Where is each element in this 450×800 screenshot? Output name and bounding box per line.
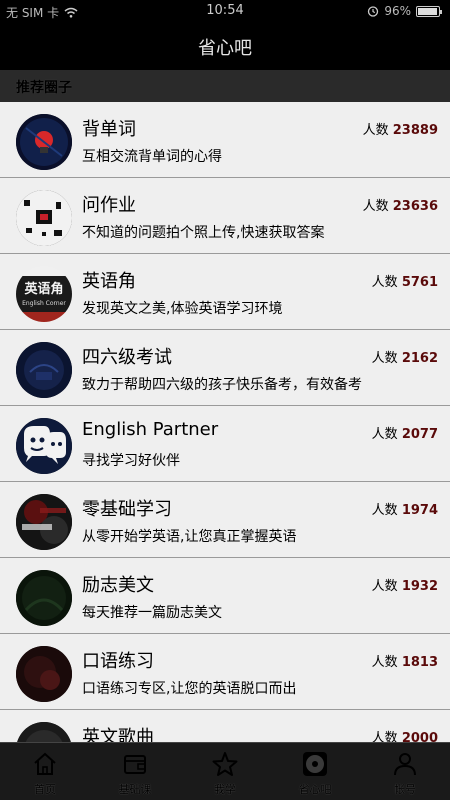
member-count: 人数 23636 [363, 195, 438, 214]
group-row-beginner[interactable]: 零基础学习 从零开始学英语,让您真正掌握英语 人数 1974 [0, 482, 450, 558]
alarm-icon [368, 6, 379, 17]
count-value: 23889 [392, 123, 438, 138]
tab-bar: 首页 基础课 我学 省心吧 帐号 [0, 742, 450, 800]
member-count: 人数 2000 [372, 727, 438, 742]
count-label: 人数 [371, 351, 398, 366]
tab-label: 基础课 [118, 783, 152, 796]
disc-icon [303, 752, 327, 776]
count-value: 1974 [401, 503, 438, 518]
navigation-bar: 省心吧 [0, 22, 450, 70]
member-count: 人数 1813 [372, 651, 438, 670]
group-row-homework[interactable]: 问作业 不知道的问题拍个照上传,快速获取答案 人数 23636 [0, 178, 450, 254]
count-value: 23636 [392, 199, 438, 214]
count-label: 人数 [362, 199, 389, 214]
vocab-avatar [16, 114, 72, 170]
member-count: 人数 5761 [372, 271, 438, 290]
member-count: 人数 1974 [372, 499, 438, 518]
tab-label: 帐号 [394, 783, 416, 796]
group-row-songs[interactable]: 英文歌曲 人数 2000 [0, 710, 450, 742]
count-label: 人数 [371, 503, 398, 518]
group-name: 英文歌曲 [82, 727, 154, 742]
tab-label: 省心吧 [298, 783, 332, 796]
count-label: 人数 [371, 275, 398, 290]
tab-home[interactable]: 首页 [0, 743, 90, 800]
english-corner-avatar: 英语角 English Corner [16, 266, 72, 322]
group-row-english-partner[interactable]: English Partner 寻找学习好伙伴 人数 2077 [0, 406, 450, 482]
english-corner-logo-text: 英语角 [23, 281, 63, 297]
battery-icon [416, 5, 442, 17]
beginner-avatar [16, 494, 72, 550]
group-desc: 互相交流背单词的心得 [82, 149, 222, 165]
section-title: 推荐圈子 [16, 80, 72, 96]
star-icon [212, 752, 238, 776]
tab-my-study[interactable]: 我学 [180, 743, 270, 800]
group-name: 问作业 [82, 195, 136, 216]
member-count: 人数 1932 [372, 575, 438, 594]
group-row-cet[interactable]: 四六级考试 致力于帮助四六级的孩子快乐备考，有效备考 人数 2162 [0, 330, 450, 406]
english-partner-avatar [16, 418, 72, 474]
group-desc: 寻找学习好伙伴 [82, 453, 180, 469]
page-title: 省心吧 [198, 38, 252, 59]
tab-community[interactable]: 省心吧 [270, 743, 360, 800]
tab-account[interactable]: 帐号 [360, 743, 450, 800]
group-desc: 每天推荐一篇励志美文 [82, 605, 222, 621]
count-label: 人数 [371, 579, 398, 594]
section-header: 推荐圈子 [0, 70, 450, 102]
count-value: 2077 [401, 427, 438, 442]
group-name: 四六级考试 [82, 347, 172, 368]
count-label: 人数 [371, 655, 398, 670]
group-desc: 发现英文之美,体验英语学习环境 [82, 301, 283, 317]
tab-label: 首页 [34, 783, 56, 796]
speaking-avatar [16, 646, 72, 702]
group-name: English Partner [82, 419, 219, 440]
group-list[interactable]: 背单词 互相交流背单词的心得 人数 23889 问作业 不知道的问题拍个照上传,… [0, 102, 450, 742]
home-icon [34, 752, 56, 775]
group-desc: 不知道的问题拍个照上传,快速获取答案 [82, 225, 325, 241]
member-count: 人数 2077 [372, 423, 438, 442]
tab-basic-course[interactable]: 基础课 [90, 743, 180, 800]
group-desc: 从零开始学英语,让您真正掌握英语 [82, 529, 297, 545]
person-icon [394, 753, 416, 776]
count-value: 1932 [401, 579, 438, 594]
count-label: 人数 [371, 731, 398, 742]
cet-avatar [16, 342, 72, 398]
group-name: 口语练习 [82, 651, 154, 672]
status-right: 96% [367, 4, 442, 18]
wallet-icon [124, 755, 146, 774]
count-value: 1813 [401, 655, 438, 670]
count-label: 人数 [371, 427, 398, 442]
songs-avatar [16, 722, 72, 742]
count-label: 人数 [362, 123, 389, 138]
group-name: 励志美文 [82, 575, 154, 596]
group-name: 背单词 [82, 119, 136, 140]
battery-percent: 96% [384, 4, 411, 18]
group-row-vocab[interactable]: 背单词 互相交流背单词的心得 人数 23889 [0, 102, 450, 178]
count-value: 5761 [401, 275, 438, 290]
member-count: 人数 23889 [363, 119, 438, 138]
group-row-english-corner[interactable]: 英语角 English Corner 英语角 发现英文之美,体验英语学习环境 人… [0, 254, 450, 330]
group-desc: 致力于帮助四六级的孩子快乐备考，有效备考 [82, 377, 362, 393]
group-row-inspirational[interactable]: 励志美文 每天推荐一篇励志美文 人数 1932 [0, 558, 450, 634]
count-value: 2000 [401, 731, 438, 742]
group-name: 英语角 [82, 271, 136, 292]
status-bar: 无 SIM 卡 10:54 96% [0, 0, 450, 22]
group-desc: 口语练习专区,让您的英语脱口而出 [82, 681, 297, 697]
tab-label: 我学 [214, 783, 236, 796]
group-name: 零基础学习 [82, 499, 172, 520]
inspirational-avatar [16, 570, 72, 626]
member-count: 人数 2162 [372, 347, 438, 366]
homework-avatar [16, 190, 72, 246]
english-corner-logo-sub: English Corner [22, 300, 66, 307]
group-row-speaking[interactable]: 口语练习 口语练习专区,让您的英语脱口而出 人数 1813 [0, 634, 450, 710]
count-value: 2162 [401, 351, 438, 366]
